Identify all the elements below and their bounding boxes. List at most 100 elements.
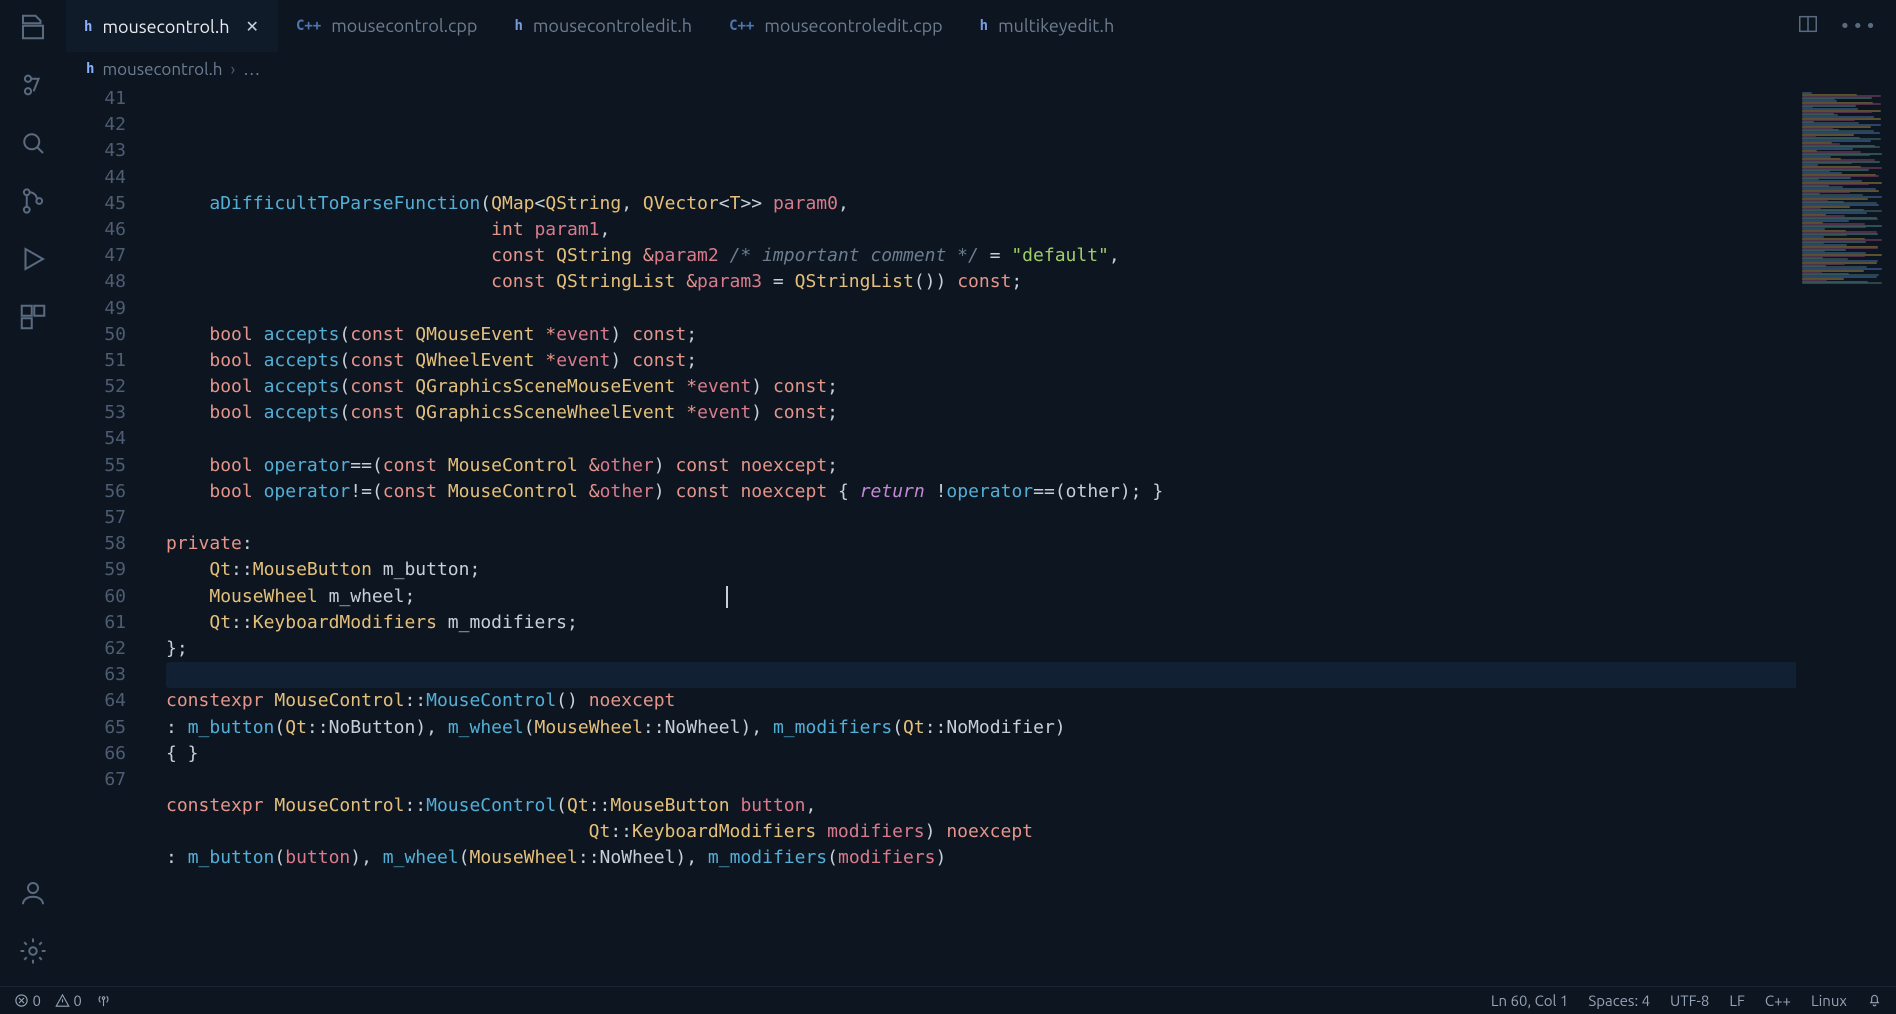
code-line[interactable]: { }: [166, 741, 1896, 767]
code-line[interactable]: : m_button(Qt::NoButton), m_wheel(MouseW…: [166, 715, 1896, 741]
status-encoding[interactable]: UTF-8: [1670, 992, 1709, 1009]
line-number[interactable]: 41: [66, 86, 136, 112]
chevron-right-icon: ›: [230, 60, 235, 79]
tab-mousecontrol-h[interactable]: h mousecontrol.h ✕: [66, 0, 278, 52]
code-line[interactable]: [166, 296, 1896, 322]
status-radio-tower-icon[interactable]: [96, 992, 111, 1009]
line-number[interactable]: 50: [66, 322, 136, 348]
run-debug-icon[interactable]: [18, 244, 48, 274]
line-number[interactable]: 53: [66, 400, 136, 426]
status-warnings[interactable]: 0: [55, 992, 82, 1009]
editor-actions: •••: [1797, 0, 1896, 52]
line-number[interactable]: 47: [66, 243, 136, 269]
line-number[interactable]: 57: [66, 505, 136, 531]
file-type-icon: h: [84, 19, 92, 35]
status-spaces[interactable]: Spaces: 4: [1588, 992, 1650, 1009]
account-icon[interactable]: [18, 878, 48, 908]
breadcrumb[interactable]: h mousecontrol.h › …: [66, 52, 1896, 86]
tab-multikeyedit-h[interactable]: hmultikeyedit.h: [962, 0, 1134, 52]
line-number[interactable]: 64: [66, 688, 136, 714]
code-line[interactable]: aDifficultToParseFunction(QMap<QString, …: [166, 191, 1896, 217]
file-type-icon: C++: [296, 18, 321, 34]
code-line[interactable]: bool accepts(const QMouseEvent *event) c…: [166, 322, 1896, 348]
line-number[interactable]: 45: [66, 191, 136, 217]
line-number[interactable]: 48: [66, 269, 136, 295]
editor-area: hmousecontrol.h✕C++mousecontrol.cpphmous…: [66, 0, 1896, 986]
line-number[interactable]: 42: [66, 112, 136, 138]
code-line[interactable]: [166, 165, 1896, 191]
project-icon[interactable]: [18, 70, 48, 100]
close-icon[interactable]: ✕: [246, 17, 259, 36]
search-icon[interactable]: [18, 128, 48, 158]
line-number[interactable]: 49: [66, 296, 136, 322]
code-editor[interactable]: aDifficultToParseFunction(QMap<QString, …: [136, 86, 1896, 986]
breadcrumb-file: mousecontrol.h: [102, 60, 222, 79]
status-bell-icon[interactable]: [1867, 992, 1882, 1010]
code-line[interactable]: bool accepts(const QGraphicsSceneMouseEv…: [166, 374, 1896, 400]
line-number[interactable]: 51: [66, 348, 136, 374]
code-line[interactable]: [166, 767, 1896, 793]
line-number[interactable]: 61: [66, 610, 136, 636]
code-line[interactable]: [166, 662, 1896, 688]
status-line-col[interactable]: Ln 60, Col 1: [1491, 992, 1568, 1009]
line-number[interactable]: 52: [66, 374, 136, 400]
code-line[interactable]: Qt::MouseButton m_button;: [166, 557, 1896, 583]
tab-mousecontrol-cpp[interactable]: C++ mousecontrol.cpp: [278, 0, 497, 52]
status-bar: 0 0 Ln 60, Col 1 Spaces: 4 UTF-8 LF C++ …: [0, 986, 1896, 1014]
split-editor-icon[interactable]: [1797, 13, 1819, 40]
tab-label: mousecontrol.cpp: [331, 16, 477, 36]
line-number[interactable]: 43: [66, 138, 136, 164]
code-line[interactable]: };: [166, 636, 1896, 662]
code-line[interactable]: [166, 426, 1896, 452]
code-line[interactable]: bool operator==(const MouseControl &othe…: [166, 453, 1896, 479]
extensions-icon[interactable]: [18, 302, 48, 332]
line-number[interactable]: 67: [66, 767, 136, 793]
file-type-icon: h: [86, 61, 94, 77]
code-line[interactable]: Qt::KeyboardModifiers modifiers) noexcep…: [166, 819, 1896, 845]
line-number[interactable]: 54: [66, 426, 136, 452]
file-type-icon: C++: [729, 18, 754, 34]
code-line[interactable]: const QStringList &param3 = QStringList(…: [166, 269, 1896, 295]
code-line[interactable]: private:: [166, 531, 1896, 557]
code-line[interactable]: [166, 505, 1896, 531]
line-number[interactable]: 60: [66, 584, 136, 610]
code-line[interactable]: constexpr MouseControl::MouseControl(Qt:…: [166, 793, 1896, 819]
line-number[interactable]: 59: [66, 557, 136, 583]
code-line[interactable]: bool accepts(const QGraphicsSceneWheelEv…: [166, 400, 1896, 426]
code-line[interactable]: const QString &param2 /* important comme…: [166, 243, 1896, 269]
code-line[interactable]: int param1,: [166, 217, 1896, 243]
code-line[interactable]: : m_button(button), m_wheel(MouseWheel::…: [166, 845, 1896, 871]
tab-mousecontroledit-h[interactable]: hmousecontroledit.h: [496, 0, 711, 52]
line-number[interactable]: 55: [66, 453, 136, 479]
code-line[interactable]: bool accepts(const QWheelEvent *event) c…: [166, 348, 1896, 374]
explorer-icon[interactable]: [18, 12, 48, 42]
code-line[interactable]: Qt::KeyboardModifiers m_modifiers;: [166, 610, 1896, 636]
line-number[interactable]: 66: [66, 741, 136, 767]
tab-mousecontroledit-cpp[interactable]: C++ mousecontroledit.cpp: [711, 0, 962, 52]
tab-label: mousecontroledit.h: [533, 16, 692, 36]
status-os[interactable]: Linux: [1811, 992, 1847, 1009]
line-number[interactable]: 63: [66, 662, 136, 688]
tab-bar: hmousecontrol.h✕C++mousecontrol.cpphmous…: [66, 0, 1896, 52]
line-number[interactable]: 62: [66, 636, 136, 662]
more-icon[interactable]: •••: [1839, 16, 1878, 37]
line-number-gutter[interactable]: 4142434445464748495051525354555657585960…: [66, 86, 136, 986]
code-line[interactable]: MouseWheel m_wheel;: [166, 584, 1896, 610]
status-language[interactable]: C++: [1765, 992, 1791, 1009]
file-type-icon: h: [980, 18, 988, 34]
line-number[interactable]: 58: [66, 531, 136, 557]
line-number[interactable]: 56: [66, 479, 136, 505]
code-line[interactable]: constexpr MouseControl::MouseControl() n…: [166, 688, 1896, 714]
status-eol[interactable]: LF: [1729, 992, 1745, 1009]
minimap[interactable]: [1796, 86, 1896, 960]
line-number[interactable]: 65: [66, 715, 136, 741]
activity-bar: [0, 0, 66, 986]
line-number[interactable]: 44: [66, 165, 136, 191]
source-control-icon[interactable]: [18, 186, 48, 216]
status-errors[interactable]: 0: [14, 992, 41, 1009]
settings-icon[interactable]: [18, 936, 48, 966]
tab-label: mousecontroledit.cpp: [764, 16, 942, 36]
line-number[interactable]: 46: [66, 217, 136, 243]
tab-label: mousecontrol.h: [102, 17, 229, 37]
code-line[interactable]: bool operator!=(const MouseControl &othe…: [166, 479, 1896, 505]
